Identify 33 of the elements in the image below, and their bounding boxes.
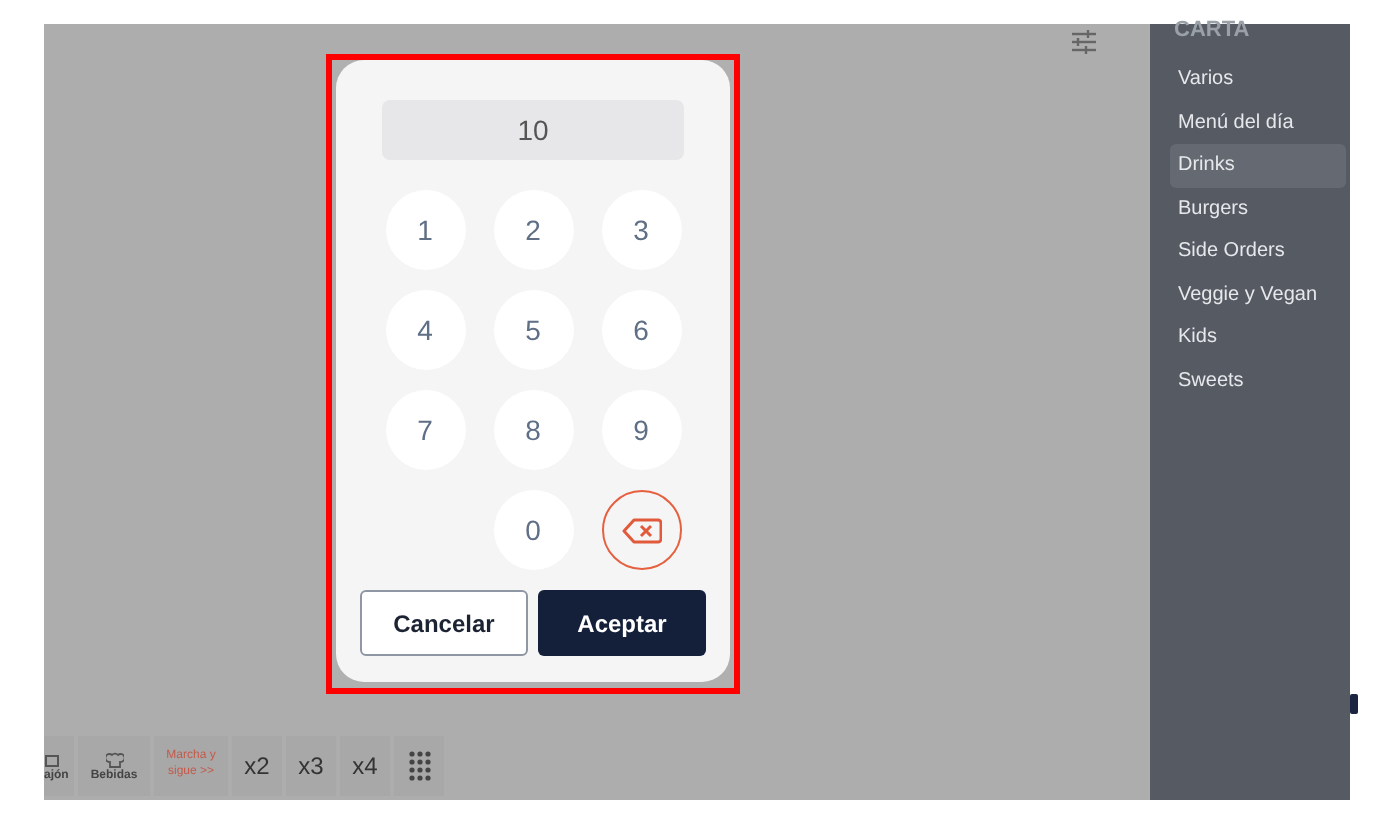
backspace-key[interactable] bbox=[601, 490, 681, 570]
digit-key[interactable]: 2 bbox=[493, 190, 573, 270]
category-item[interactable]: Menú del día bbox=[1170, 101, 1346, 144]
keypad-icon bbox=[407, 750, 431, 782]
category-item[interactable]: Sweets bbox=[1170, 359, 1346, 402]
amount-field[interactable]: 10 bbox=[382, 100, 684, 160]
multiplier-button[interactable]: x3 bbox=[286, 736, 336, 796]
backspace-icon bbox=[621, 517, 661, 543]
sidebar-title: CARTA bbox=[1174, 18, 1252, 46]
category-item[interactable]: Side Orders bbox=[1170, 230, 1346, 273]
category-item[interactable]: Varios bbox=[1170, 58, 1346, 101]
digit-key[interactable]: 4 bbox=[385, 290, 465, 370]
digit-key[interactable]: 1 bbox=[385, 190, 465, 270]
digit-key[interactable]: 9 bbox=[601, 390, 681, 470]
category-item[interactable]: Veggie y Vegan bbox=[1170, 273, 1346, 316]
digit-key[interactable]: 6 bbox=[601, 290, 681, 370]
accept-button[interactable]: Aceptar bbox=[538, 590, 706, 656]
multiplier-button[interactable]: x2 bbox=[232, 736, 282, 796]
category-item[interactable]: Drinks bbox=[1170, 144, 1346, 187]
digit-key[interactable]: 0 bbox=[493, 490, 573, 570]
digit-key[interactable]: 3 bbox=[601, 190, 681, 270]
chef-hat-icon bbox=[105, 751, 123, 767]
digit-key[interactable]: 7 bbox=[385, 390, 465, 470]
filter-icon[interactable] bbox=[1072, 30, 1096, 54]
category-item[interactable]: Kids bbox=[1170, 316, 1346, 359]
digit-key[interactable]: 8 bbox=[493, 390, 573, 470]
digit-key[interactable]: 5 bbox=[493, 290, 573, 370]
handle-icon[interactable] bbox=[1350, 694, 1358, 714]
cancel-button[interactable]: Cancelar bbox=[360, 590, 528, 656]
drawer-icon bbox=[44, 751, 60, 767]
keypad-button[interactable] bbox=[394, 736, 444, 796]
category-item[interactable]: Burgers bbox=[1170, 187, 1346, 230]
multiplier-button[interactable]: x4 bbox=[340, 736, 390, 796]
